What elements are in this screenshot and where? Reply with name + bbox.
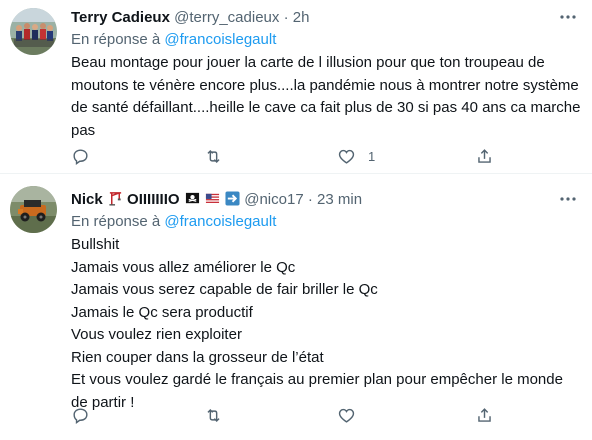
- like-button[interactable]: [337, 403, 356, 427]
- tweet-header: Nick OIIIIIIIO @nico17 · 23 min: [71, 190, 362, 210]
- tweet-header: Terry Cadieux @terry_cadieux · 2h: [71, 8, 309, 28]
- avatar[interactable]: [10, 8, 57, 55]
- tweet-actions: [71, 403, 531, 427]
- crane-emoji-icon: [109, 192, 121, 206]
- retweet-icon: [207, 408, 220, 422]
- tweet-actions: 1: [71, 144, 531, 168]
- jeep-photo-avatar-icon: [10, 186, 57, 233]
- display-name[interactable]: Terry Cadieux: [71, 9, 170, 26]
- share-icon: [478, 148, 491, 163]
- right-arrow-emoji-icon: [225, 191, 240, 206]
- retweet-button[interactable]: [204, 144, 223, 168]
- pirate-flag-emoji-icon: [185, 192, 199, 204]
- tweet-terry[interactable]: Terry Cadieux @terry_cadieux · 2h En rép…: [0, 0, 592, 173]
- tweet-line: Rien couper dans la grosseur de l’état: [71, 348, 324, 366]
- like-button[interactable]: 1: [337, 144, 375, 168]
- user-handle[interactable]: @nico17: [244, 191, 303, 208]
- avatar[interactable]: [10, 186, 57, 233]
- tweet-nick[interactable]: Nick OIIIIIIIO @nico17 · 23 min En répon…: [0, 174, 592, 440]
- reply-icon: [73, 407, 88, 424]
- tweet-text: Beau montage pour jouer la carte de l il…: [71, 54, 581, 139]
- tweet-line: Jamais vous allez améliorer le Qc: [71, 258, 296, 276]
- reply-label: En réponse à: [71, 213, 161, 230]
- heart-icon: [338, 408, 355, 423]
- display-name[interactable]: Nick OIIIIIIIO: [71, 191, 244, 208]
- tweet-line: Jamais vous serez capable de fair brille…: [71, 281, 378, 298]
- display-name-suffix: OIIIIIIIO: [127, 191, 180, 208]
- heart-icon: [338, 149, 355, 164]
- display-name-text: Nick: [71, 191, 103, 208]
- reply-button[interactable]: [71, 403, 90, 427]
- tweet-line: Bullshit: [71, 236, 120, 253]
- group-photo-avatar-icon: [10, 8, 57, 55]
- us-flag-emoji-icon: [205, 193, 219, 204]
- reply-context: En réponse à @francoislegault: [71, 30, 276, 50]
- more-options-icon[interactable]: [558, 8, 578, 28]
- separator-dot: ·: [283, 9, 289, 26]
- share-button[interactable]: [475, 403, 494, 427]
- timestamp[interactable]: 2h: [293, 9, 310, 26]
- reply-button[interactable]: [71, 144, 90, 168]
- reply-label: En réponse à: [71, 31, 161, 48]
- reply-context: En réponse à @francoislegault: [71, 212, 276, 232]
- like-count: 1: [368, 148, 376, 164]
- share-icon: [478, 407, 491, 422]
- reply-icon: [73, 148, 88, 165]
- more-options-icon[interactable]: [558, 190, 578, 210]
- retweet-icon: [207, 149, 220, 163]
- share-button[interactable]: [475, 144, 494, 168]
- tweet-line: Vous voulez rien exploiter: [71, 326, 242, 343]
- tweet-text: Bullshit Jamais vous allez améliorer le …: [71, 234, 581, 414]
- timestamp[interactable]: 23 min: [317, 191, 362, 208]
- tweet-line: Jamais le Qc sera productif: [71, 303, 253, 321]
- user-handle[interactable]: @terry_cadieux: [174, 9, 279, 26]
- reply-mention-link[interactable]: @francoislegault: [164, 31, 276, 48]
- retweet-button[interactable]: [204, 403, 223, 427]
- reply-mention-link[interactable]: @francoislegault: [164, 213, 276, 230]
- separator-dot: ·: [307, 191, 313, 208]
